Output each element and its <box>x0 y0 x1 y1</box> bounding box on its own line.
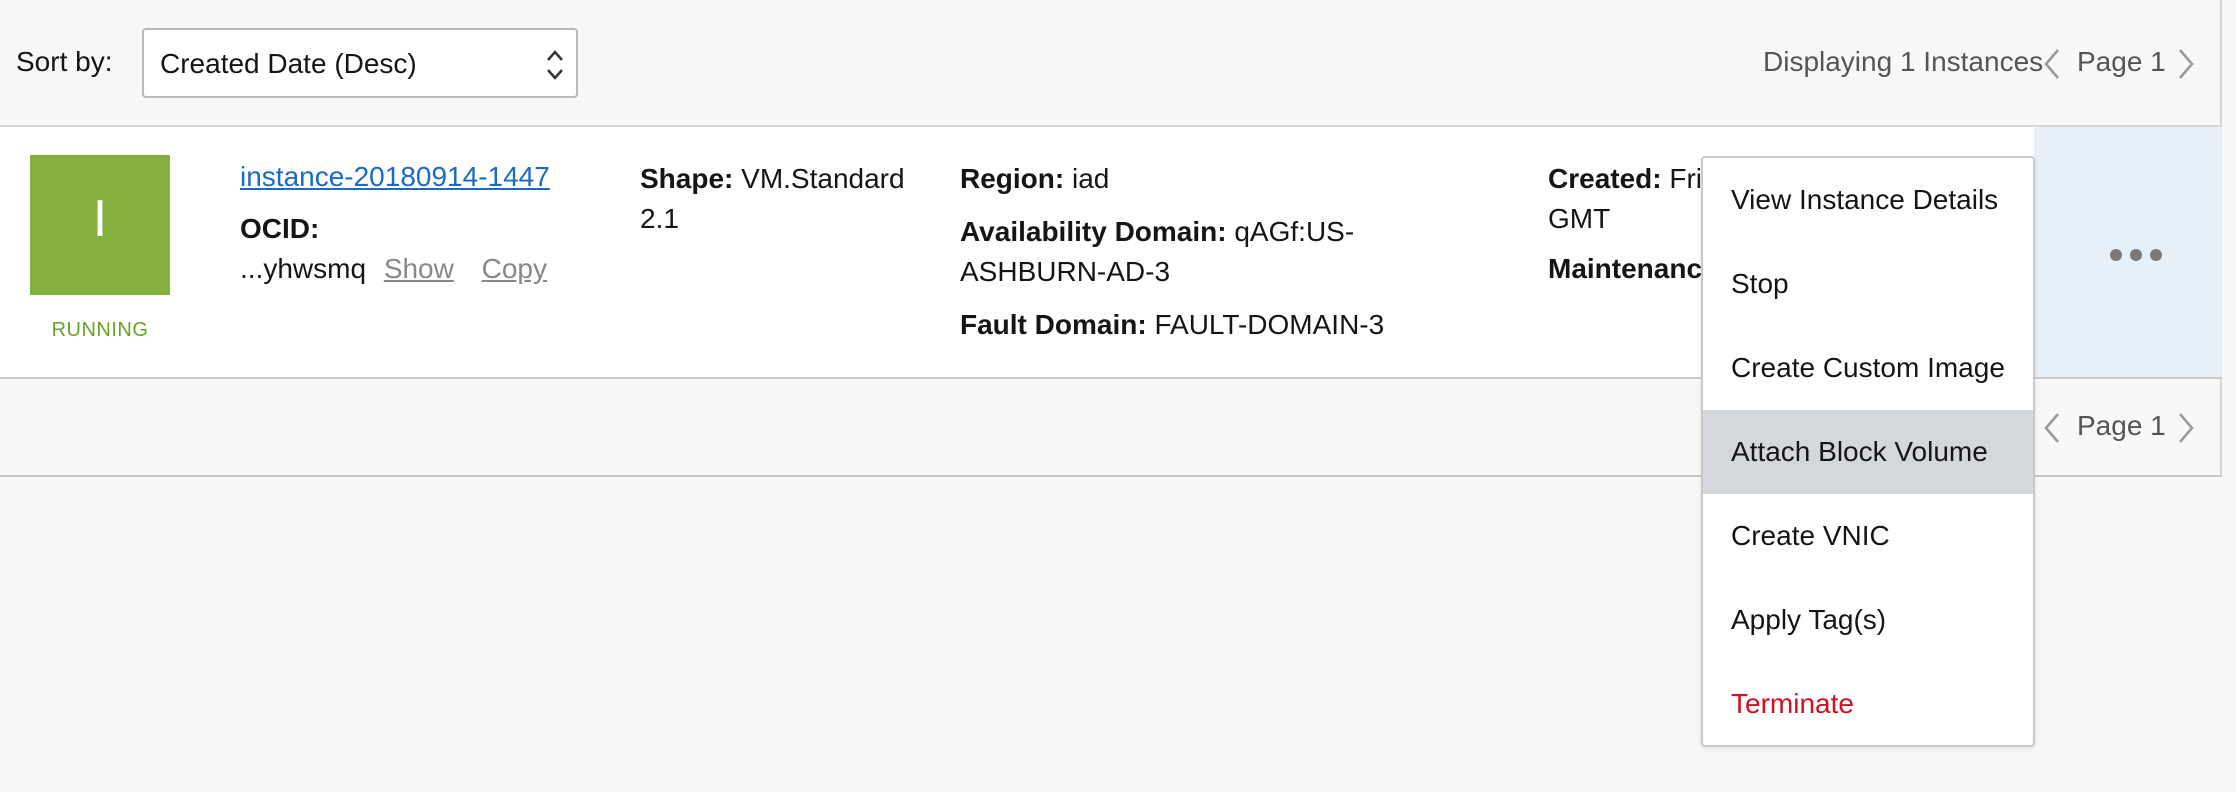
fault-domain-value: FAULT-DOMAIN-3 <box>1154 309 1385 340</box>
sort-select[interactable]: Created Date (Desc) <box>142 28 578 98</box>
sort-selected-value: Created Date (Desc) <box>160 48 417 79</box>
region-label: Region: <box>960 163 1065 194</box>
menu-item-create-vnic[interactable]: Create VNIC <box>1703 494 2033 578</box>
instance-actions-menu: View Instance Details Stop Create Custom… <box>1701 156 2035 747</box>
chevron-right-icon[interactable] <box>2174 44 2198 84</box>
shape-field: Shape: VM.Standard <box>640 159 905 199</box>
created-value-cont: GMT <box>1548 203 1611 234</box>
menu-item-attach-block-volume[interactable]: Attach Block Volume <box>1703 410 2033 494</box>
chevron-left-icon[interactable] <box>2040 408 2064 448</box>
menu-item-terminate[interactable]: Terminate <box>1703 662 2033 746</box>
chevron-left-icon[interactable] <box>2040 44 2064 84</box>
ocid-truncated: ...yhwsmq <box>240 253 367 284</box>
shape-label: Shape: <box>640 163 734 194</box>
page-indicator: Page 1 <box>2077 46 2166 77</box>
region-field: Region: iad <box>960 159 1109 199</box>
menu-item-view-instance-details[interactable]: View Instance Details <box>1703 158 2033 242</box>
select-updown-icon <box>547 50 563 80</box>
ocid-value: ...yhwsmq Show Copy <box>240 249 547 289</box>
ocid-copy-link[interactable]: Copy <box>482 253 547 284</box>
created-label: Created: <box>1548 163 1662 194</box>
shape-value-cont: 2.1 <box>640 203 679 234</box>
created-field: Created: Fri <box>1548 159 1702 199</box>
instances-count-text: Displaying 1 Instances <box>1763 46 2044 77</box>
created-value: Fri <box>1669 163 1703 194</box>
ocid-show-link[interactable]: Show <box>384 253 454 284</box>
ad-value-cont: ASHBURN-AD-3 <box>960 256 1171 287</box>
fault-domain-field: Fault Domain: FAULT-DOMAIN-3 <box>960 305 1384 345</box>
chevron-right-icon[interactable] <box>2174 408 2198 448</box>
fault-domain-label: Fault Domain: <box>960 309 1147 340</box>
menu-item-apply-tags[interactable]: Apply Tag(s) <box>1703 578 2033 662</box>
instance-initial: I <box>92 190 108 248</box>
sort-label: Sort by: <box>16 46 113 77</box>
maintenance-label: Maintenanc <box>1548 253 1703 284</box>
list-toolbar: Sort by: Created Date (Desc) Displaying … <box>0 0 2222 127</box>
instance-status-tile: I <box>30 155 170 295</box>
menu-item-create-custom-image[interactable]: Create Custom Image <box>1703 326 2033 410</box>
shape-value: VM.Standard <box>741 163 905 194</box>
region-value: iad <box>1072 163 1110 194</box>
page-indicator-bottom: Page 1 <box>2077 410 2166 441</box>
ad-field: Availability Domain: qAGf:US- <box>960 212 1354 252</box>
menu-item-stop[interactable]: Stop <box>1703 242 2033 326</box>
more-actions-icon[interactable] <box>2108 247 2164 263</box>
ad-label: Availability Domain: <box>960 216 1227 247</box>
status-badge: RUNNING <box>51 319 149 341</box>
ad-value: qAGf:US- <box>1234 216 1355 247</box>
instance-name-link[interactable]: instance-20180914-1447 <box>240 161 550 193</box>
ocid-label: OCID: <box>240 213 320 244</box>
